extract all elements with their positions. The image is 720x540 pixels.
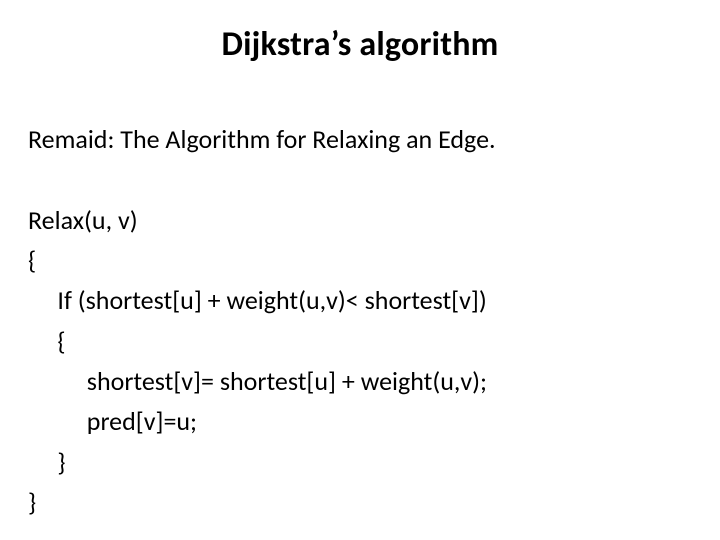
- code-line-5: shortest[v]= shortest[u] + weight(u,v);: [28, 365, 487, 397]
- code-line-2: {: [28, 244, 36, 276]
- code-line-1: Relax(u, v): [28, 204, 138, 236]
- code-line-3: If (shortest[u] + weight(u,v)< shortest[…: [28, 284, 487, 316]
- code-line-7: }: [28, 446, 66, 478]
- slide-title: Dijkstra’s algorithm: [28, 24, 692, 65]
- code-line-4: {: [28, 325, 66, 357]
- slide: Dijkstra’s algorithm Remaid: The Algorit…: [0, 0, 720, 540]
- remark-text: Remaid: The Algorithm for Relaxing an Ed…: [28, 123, 496, 155]
- slide-body: Remaid: The Algorithm for Relaxing an Ed…: [28, 79, 692, 522]
- code-line-6: pred[v]=u;: [28, 405, 197, 437]
- code-line-8: }: [28, 486, 36, 518]
